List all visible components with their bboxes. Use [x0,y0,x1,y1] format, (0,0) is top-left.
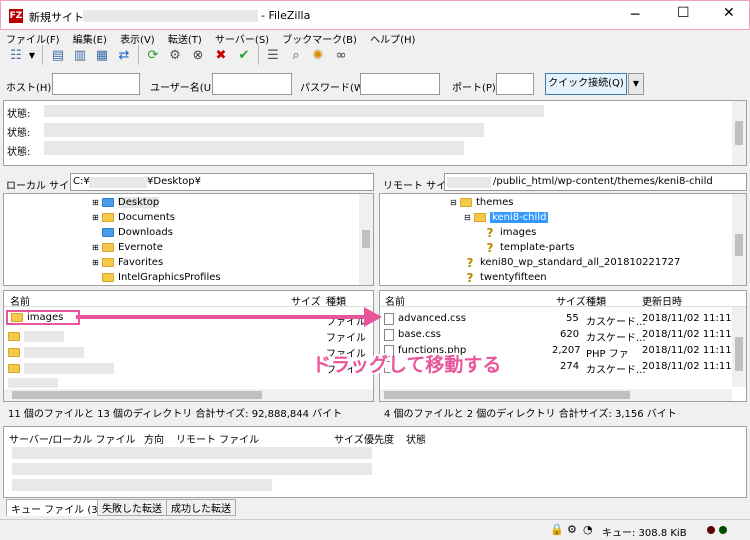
tab-successful[interactable]: 成功した転送 [166,499,236,516]
lock-icon: 🔒 [550,523,564,536]
tree-item[interactable]: ? images [484,225,537,240]
col-size[interactable]: サイズ [334,431,364,446]
tree-item[interactable]: ⊟ keni8-child [464,210,549,225]
dropdown-arrow-icon[interactable]: ▼ [26,45,38,65]
tab-failed[interactable]: 失敗した転送 [97,499,167,516]
menu-bar: ファイル(F) 編集(E) 表示(V) 転送(T) サーバー(S) ブックマーク… [6,31,425,46]
window-title-app: - FileZilla [261,9,311,22]
col-size[interactable]: サイズ [556,293,586,308]
reconnect-icon[interactable]: ✔ [234,45,254,65]
bottom-status-bar: 🔒 ⚙ ◔ キュー: 308.8 KiB [0,519,750,540]
col-remote-file[interactable]: リモート ファイル [176,431,259,446]
col-modified[interactable]: 更新日時 [642,293,682,308]
tree-item[interactable]: IntelGraphicsProfiles [92,270,221,285]
cancel-icon[interactable]: ⊗ [188,45,208,65]
compare-icon[interactable]: ✺ [308,45,328,65]
search-icon[interactable]: ∞ [331,45,351,65]
local-path-input[interactable]: C:¥ ¥Desktop¥ [70,173,374,191]
user-input[interactable] [212,73,292,95]
password-input[interactable] [360,73,440,95]
title-bar: FZ 新規サイト - FileZilla ─ ☐ ✕ [0,0,750,30]
status-led-icon [707,526,715,534]
tree-item[interactable]: ⊞ Evernote [92,240,163,255]
tree-item[interactable]: ⊞ Documents [92,210,175,225]
file-row[interactable]: advanced.css [384,311,466,326]
file-row[interactable]: base.css [384,327,441,342]
minimize-icon[interactable]: ─ [631,7,639,23]
drag-annotation-text: ドラッグして移動する [312,354,502,376]
remote-path-input[interactable]: /public_html/wp-content/themes/keni8-chi… [444,173,747,191]
site-manager-icon[interactable]: ☷ [6,45,26,65]
remote-tree: ⊟ themes ⊟ keni8-child ? images ? template-p… [379,193,747,286]
tree-item[interactable]: ? twentyfifteen [464,270,547,285]
tree-item[interactable]: ⊞ Desktop [92,195,160,210]
queue-size: キュー: 308.8 KiB [602,528,687,539]
log-line: 状態: [7,109,31,120]
port-label: ポート(P): [452,83,500,94]
refresh-icon[interactable]: ⟳ [143,45,163,65]
toggle-remote-tree-icon[interactable]: ▦ [92,45,112,65]
col-name[interactable]: 名前 [10,293,30,308]
port-input[interactable] [496,73,534,95]
file-row[interactable] [8,361,24,376]
user-label: ユーザー名(U): [150,83,219,94]
process-queue-icon[interactable]: ⚙ [165,45,185,65]
local-tree: ⊞ Desktop ⊞ Documents Downloads ⊞ Evernote … [3,193,374,286]
log-line: 状態: [7,128,31,139]
host-label: ホスト(H): [6,83,55,94]
transfer-queue: サーバー/ローカル ファイル 方向 リモート ファイル サイズ 優先度 状態 [3,426,747,498]
transfer-queue-icon[interactable]: ⇄ [114,45,134,65]
quickconnect-button[interactable]: クイック接続(Q) [545,73,627,95]
tree-item[interactable]: ⊞ Favorites [92,255,163,270]
filezilla-logo-icon: FZ [9,9,23,23]
col-direction[interactable]: 方向 [144,431,164,446]
tree-item[interactable]: ? template-parts [484,240,575,255]
tree-item[interactable]: Downloads [92,225,173,240]
maximize-icon[interactable]: ☐ [677,5,690,21]
file-row[interactable] [8,329,24,344]
col-state[interactable]: 状態 [406,431,426,446]
log-line: 状態: [7,147,31,158]
tree-item[interactable]: ⊟ themes [450,195,514,210]
tree-item[interactable]: ? keni80_wp_standard_all_201810221727 [464,255,681,270]
file-row[interactable] [8,345,24,360]
remote-status: 4 個のファイルと 2 個のディレクトリ 合計サイズ: 3,156 バイト [384,409,677,420]
toggle-log-icon[interactable]: ▤ [48,45,68,65]
status-led-icon [719,526,727,534]
local-status: 11 個のファイルと 13 個のディレクトリ 合計サイズ: 92,888,844… [8,409,343,420]
menu-help[interactable]: ヘルプ(H) [370,35,415,46]
host-input[interactable] [52,73,140,95]
col-priority[interactable]: 優先度 [364,431,394,446]
quickconnect-dropdown-icon[interactable]: ▼ [628,73,644,95]
window-title-site: 新規サイト [29,11,84,24]
col-type[interactable]: 種類 [586,293,606,308]
sync-browse-icon[interactable]: ⌕ [286,45,306,65]
gear-icon: ⚙ [567,523,577,536]
speed-icon: ◔ [583,523,593,536]
toggle-local-tree-icon[interactable]: ▥ [70,45,90,65]
message-log: 状態: 状態: 状態: [3,100,747,166]
col-server-local[interactable]: サーバー/ローカル ファイル [9,431,135,446]
disconnect-icon[interactable]: ✖ [211,45,231,65]
drag-arrow [76,307,382,327]
close-icon[interactable]: ✕ [723,5,735,21]
filter-icon[interactable]: ☰ [263,45,283,65]
file-row-images[interactable]: images [6,310,80,325]
remote-file-list: 名前 サイズ 種類 更新日時 advanced.css 55 カスケード... … [379,290,747,402]
